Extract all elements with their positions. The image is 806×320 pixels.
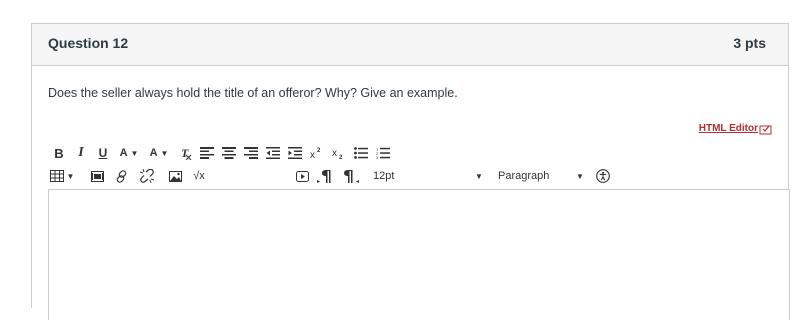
- equation-button[interactable]: √x: [188, 167, 210, 185]
- superscript-icon: x 2: [310, 148, 321, 159]
- background-color-button[interactable]: A ▼: [144, 144, 174, 162]
- text-color-label: A: [119, 147, 128, 159]
- chevron-down-icon: ▼: [130, 148, 139, 158]
- paragraph-rtl-icon: [344, 169, 359, 183]
- media-icon: [90, 170, 104, 182]
- html-editor-icon[interactable]: [759, 123, 772, 135]
- align-center-button[interactable]: [218, 144, 240, 162]
- indent-icon: [288, 147, 302, 159]
- svg-text:x: x: [310, 150, 315, 159]
- bullet-list-icon: [354, 147, 368, 159]
- rtl-button[interactable]: [340, 167, 362, 185]
- svg-text:x: x: [332, 148, 337, 159]
- outdent-icon: [266, 147, 280, 159]
- table-button[interactable]: ▼: [48, 167, 76, 185]
- question-text: Does the seller always hold the title of…: [48, 86, 458, 100]
- unlink-button[interactable]: [136, 167, 158, 185]
- embed-icon: [295, 170, 309, 182]
- svg-text:2: 2: [317, 148, 321, 154]
- table-icon: [49, 170, 64, 182]
- link-button[interactable]: [110, 167, 132, 185]
- bold-button[interactable]: B: [48, 144, 70, 162]
- link-icon: [116, 169, 126, 183]
- align-left-icon: [200, 147, 214, 159]
- question-title: Question 12: [48, 35, 129, 51]
- indent-button[interactable]: [284, 144, 306, 162]
- italic-button[interactable]: I: [70, 144, 92, 162]
- chevron-down-icon[interactable]: ▼: [475, 167, 483, 185]
- background-color-label: A: [149, 147, 158, 159]
- align-center-icon: [222, 147, 236, 159]
- numbered-list-button[interactable]: 1 2 3: [372, 144, 394, 162]
- media-button[interactable]: [86, 167, 108, 185]
- toolbar-row-2: ▼ √x 12pt ▼ Paragraph ▼: [48, 167, 788, 185]
- bullet-list-button[interactable]: [350, 144, 372, 162]
- question-points: 3 pts: [733, 35, 766, 51]
- question-card: Question 12 3 pts Does the seller always…: [31, 23, 790, 320]
- text-color-button[interactable]: A ▼: [114, 144, 144, 162]
- align-left-button[interactable]: [196, 144, 218, 162]
- align-right-icon: [244, 147, 258, 159]
- chevron-down-icon: ▼: [160, 148, 169, 158]
- accessibility-button[interactable]: [594, 167, 612, 185]
- paragraph-ltr-icon: [317, 169, 331, 183]
- image-button[interactable]: [164, 167, 186, 185]
- svg-text:3: 3: [376, 155, 379, 159]
- chevron-down-icon[interactable]: ▼: [576, 167, 584, 185]
- accessibility-icon: [596, 169, 610, 183]
- html-editor-link[interactable]: HTML Editor: [699, 123, 758, 134]
- clear-formatting-button[interactable]: T: [174, 144, 196, 162]
- image-icon: [168, 170, 182, 182]
- clear-formatting-icon: T: [181, 146, 192, 160]
- svg-text:2: 2: [339, 155, 343, 159]
- underline-button[interactable]: U: [92, 144, 114, 162]
- subscript-icon: x 2: [332, 148, 343, 159]
- embed-button[interactable]: [292, 167, 312, 185]
- toolbar-row-1: B I U A ▼ A ▼ T x 2 x 2 1 2 3: [48, 144, 394, 162]
- unlink-icon: [140, 169, 154, 183]
- chevron-down-icon: ▼: [66, 171, 75, 181]
- outdent-button[interactable]: [262, 144, 284, 162]
- numbered-list-icon: 1 2 3: [376, 147, 390, 159]
- superscript-button[interactable]: x 2: [306, 144, 328, 162]
- subscript-button[interactable]: x 2: [328, 144, 350, 162]
- answer-editor[interactable]: [48, 189, 790, 320]
- question-header: Question 12 3 pts: [32, 24, 788, 66]
- align-right-button[interactable]: [240, 144, 262, 162]
- ltr-button[interactable]: [314, 167, 336, 185]
